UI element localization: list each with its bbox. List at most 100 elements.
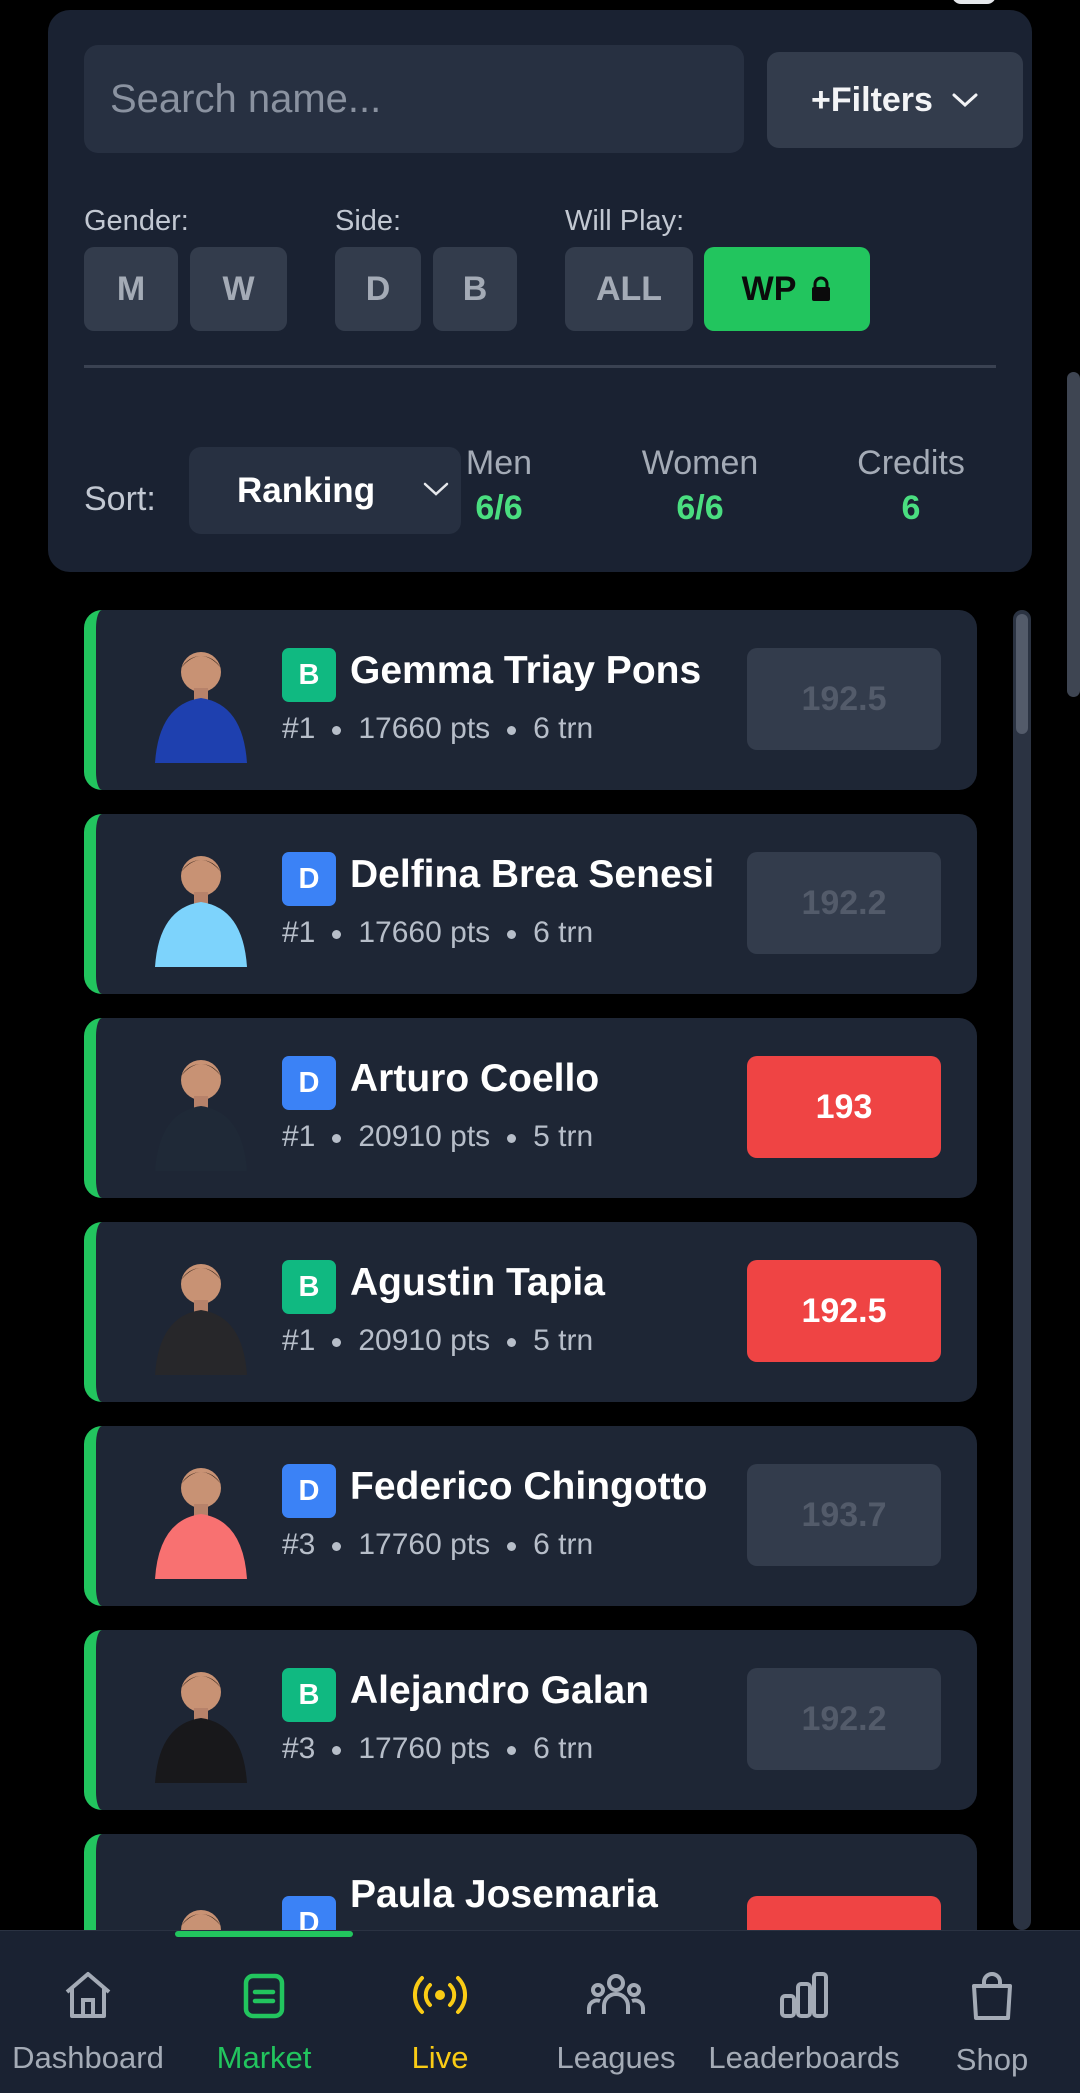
men-stat: Men 6/6: [462, 444, 536, 528]
price-button[interactable]: 192.2: [747, 852, 941, 954]
side-badge: D: [282, 852, 336, 906]
player-name: Alejandro Galan: [350, 1669, 650, 1712]
nav-leaderboards-label: Leaderboards: [708, 2040, 900, 2075]
nav-market-label: Market: [216, 2040, 312, 2075]
nav-shop-label: Shop: [955, 2042, 1029, 2077]
player-points: 17660 pts: [358, 712, 491, 745]
price-button[interactable]: 192.2: [747, 1668, 941, 1770]
separator-dot: [507, 1133, 517, 1143]
separator-dot: [507, 929, 517, 939]
player-card[interactable]: D Arturo Coello #1 20910 pts 5 trn 193: [84, 1018, 977, 1198]
nav-leagues-label: Leagues: [556, 2040, 676, 2075]
separator-dot: [507, 725, 517, 735]
player-stats: #1 20910 pts 5 trn: [282, 1324, 593, 1358]
player-name: Federico Chingotto: [350, 1465, 708, 1508]
player-stats: #1 17660 pts 6 trn: [282, 712, 593, 746]
women-stat: Women 6/6: [632, 444, 768, 528]
nav-market[interactable]: Market: [176, 1931, 352, 2093]
broadcast-icon: [412, 1976, 468, 2014]
player-card[interactable]: D Delfina Brea Senesi #1 17660 pts 6 trn 1…: [84, 814, 977, 994]
player-card[interactable]: B Agustin Tapia #1 20910 pts 5 trn 192.5: [84, 1222, 977, 1402]
women-stat-value: 6/6: [676, 489, 724, 527]
chevron-down-icon: [423, 482, 449, 496]
side-badge: B: [282, 1668, 336, 1722]
price-button[interactable]: 193.7: [747, 1464, 941, 1566]
men-stat-value: 6/6: [475, 489, 523, 527]
player-rank: #1: [282, 712, 316, 745]
separator-dot: [332, 725, 342, 735]
separator-dot: [332, 929, 342, 939]
player-card[interactable]: D Federico Chingotto #3 17760 pts 6 trn 19…: [84, 1426, 977, 1606]
home-icon: [65, 1972, 111, 2018]
player-photo: [155, 652, 247, 763]
player-list: B Gemma Triay Pons #1 17660 pts 6 trn 192.…: [0, 600, 1080, 1930]
player-tournaments: 6 trn: [533, 916, 594, 949]
search-input[interactable]: [84, 45, 744, 153]
nav-leaderboards[interactable]: Leaderboards: [704, 1931, 904, 2093]
side-badge: B: [282, 648, 336, 702]
price-button[interactable]: 193: [747, 1056, 941, 1158]
sort-value: Ranking: [237, 470, 376, 510]
gender-chip-m[interactable]: M: [84, 247, 178, 331]
player-rank: #1: [282, 916, 316, 949]
player-card[interactable]: D Paula Josemaria: [84, 1834, 977, 1930]
player-name: Delfina Brea Senesi: [350, 853, 715, 896]
player-photo: [155, 1672, 247, 1783]
will-play-chip-all[interactable]: ALL: [565, 247, 693, 331]
chevron-down-icon: [952, 93, 978, 108]
gender-chip-w[interactable]: W: [190, 247, 287, 331]
player-tournaments: 6 trn: [533, 1732, 594, 1765]
player-name: Gemma Triay Pons: [350, 649, 702, 692]
player-stats: #1 17660 pts 6 trn: [282, 916, 593, 950]
player-name: Paula Josemaria: [350, 1873, 658, 1916]
side-chip-d[interactable]: D: [335, 247, 421, 331]
sort-label: Sort:: [84, 480, 156, 518]
separator-dot: [332, 1745, 342, 1755]
player-points: 17660 pts: [358, 916, 491, 949]
nav-live[interactable]: Live: [352, 1931, 528, 2093]
nav-dashboard[interactable]: Dashboard: [0, 1931, 176, 2093]
filters-button-label: +Filters: [811, 80, 933, 119]
price-button[interactable]: 192.5: [747, 648, 941, 750]
filter-panel: +Filters Gender: Side: Will Play: M W D …: [48, 10, 1032, 572]
scrollbar-thumb[interactable]: [1016, 614, 1028, 734]
player-tournaments: 6 trn: [533, 1528, 594, 1561]
player-points: 17760 pts: [358, 1732, 491, 1765]
player-points: 20910 pts: [358, 1324, 491, 1357]
player-name: Agustin Tapia: [350, 1261, 605, 1304]
side-badge: D: [282, 1896, 336, 1930]
side-label: Side:: [335, 205, 402, 237]
sort-select[interactable]: Ranking: [189, 447, 461, 534]
nav-leagues[interactable]: Leagues: [528, 1931, 704, 2093]
player-card[interactable]: B Alejandro Galan #3 17760 pts 6 trn 192.2: [84, 1630, 977, 1810]
clipboard-icon: [243, 1973, 285, 2019]
player-stats: #1 20910 pts 5 trn: [282, 1120, 593, 1154]
separator-dot: [332, 1541, 342, 1551]
top-notch: [952, 0, 996, 4]
player-tournaments: 5 trn: [533, 1120, 594, 1153]
side-badge: D: [282, 1056, 336, 1110]
player-photo: [155, 1060, 247, 1171]
player-rank: #1: [282, 1324, 316, 1357]
price-button[interactable]: [747, 1896, 941, 1930]
gender-label: Gender:: [84, 205, 189, 237]
player-tournaments: 6 trn: [533, 712, 594, 745]
credits-stat-label: Credits: [857, 444, 965, 482]
nav-live-label: Live: [411, 2040, 469, 2075]
filters-button[interactable]: +Filters: [767, 52, 1023, 148]
scrollbar-track[interactable]: [1013, 610, 1031, 1930]
nav-dashboard-label: Dashboard: [12, 2040, 164, 2075]
separator-dot: [507, 1541, 517, 1551]
player-photo: [155, 1264, 247, 1375]
player-card[interactable]: B Gemma Triay Pons #1 17660 pts 6 trn 192.…: [84, 610, 977, 790]
player-rank: #3: [282, 1732, 316, 1765]
price-button[interactable]: 192.5: [747, 1260, 941, 1362]
side-chip-b[interactable]: B: [433, 247, 517, 331]
player-rank: #1: [282, 1120, 316, 1153]
separator-dot: [507, 1337, 517, 1347]
nav-shop[interactable]: Shop: [904, 1931, 1080, 2093]
player-stats: #3 17760 pts 6 trn: [282, 1528, 593, 1562]
player-name: Arturo Coello: [350, 1057, 600, 1100]
will-play-chip-wp[interactable]: WP: [704, 247, 870, 331]
men-stat-label: Men: [465, 444, 533, 482]
